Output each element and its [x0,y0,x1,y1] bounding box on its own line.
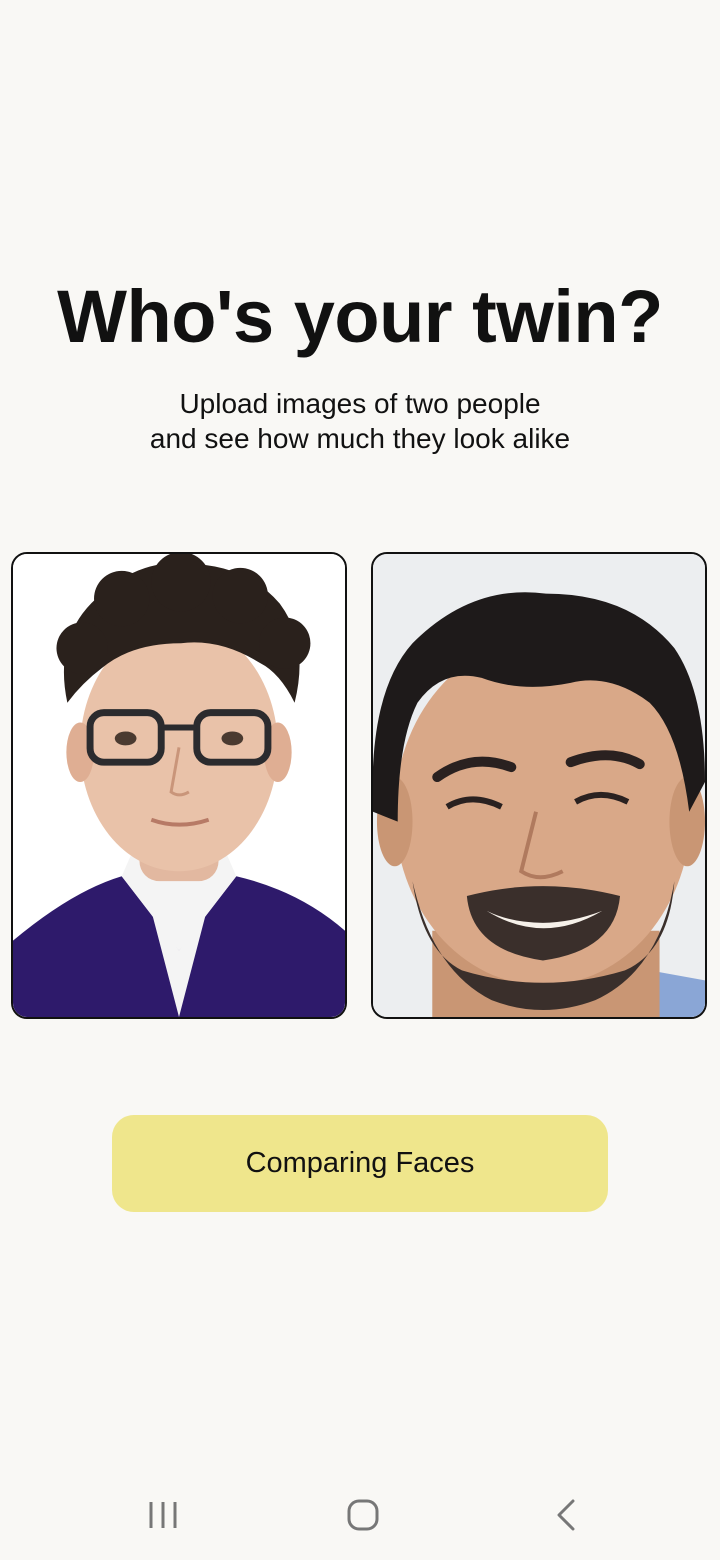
home-button[interactable] [333,1492,393,1538]
system-nav-bar [0,1470,720,1560]
photo-slot-left[interactable] [11,552,347,1019]
back-button[interactable] [536,1492,596,1538]
subtitle-line-1: Upload images of two people [179,388,541,419]
recents-button[interactable] [133,1492,193,1538]
back-icon [557,1499,575,1531]
page-title: Who's your twin? [57,275,663,358]
compare-faces-button[interactable]: Comparing Faces [112,1115,608,1212]
person-photo-right [373,554,705,1017]
home-icon [347,1499,379,1531]
person-photo-left [13,554,345,1017]
page-subtitle: Upload images of two people and see how … [0,386,720,456]
photo-slot-right[interactable] [371,552,707,1019]
subtitle-line-2: and see how much they look alike [149,423,571,454]
recents-icon [149,1502,177,1528]
